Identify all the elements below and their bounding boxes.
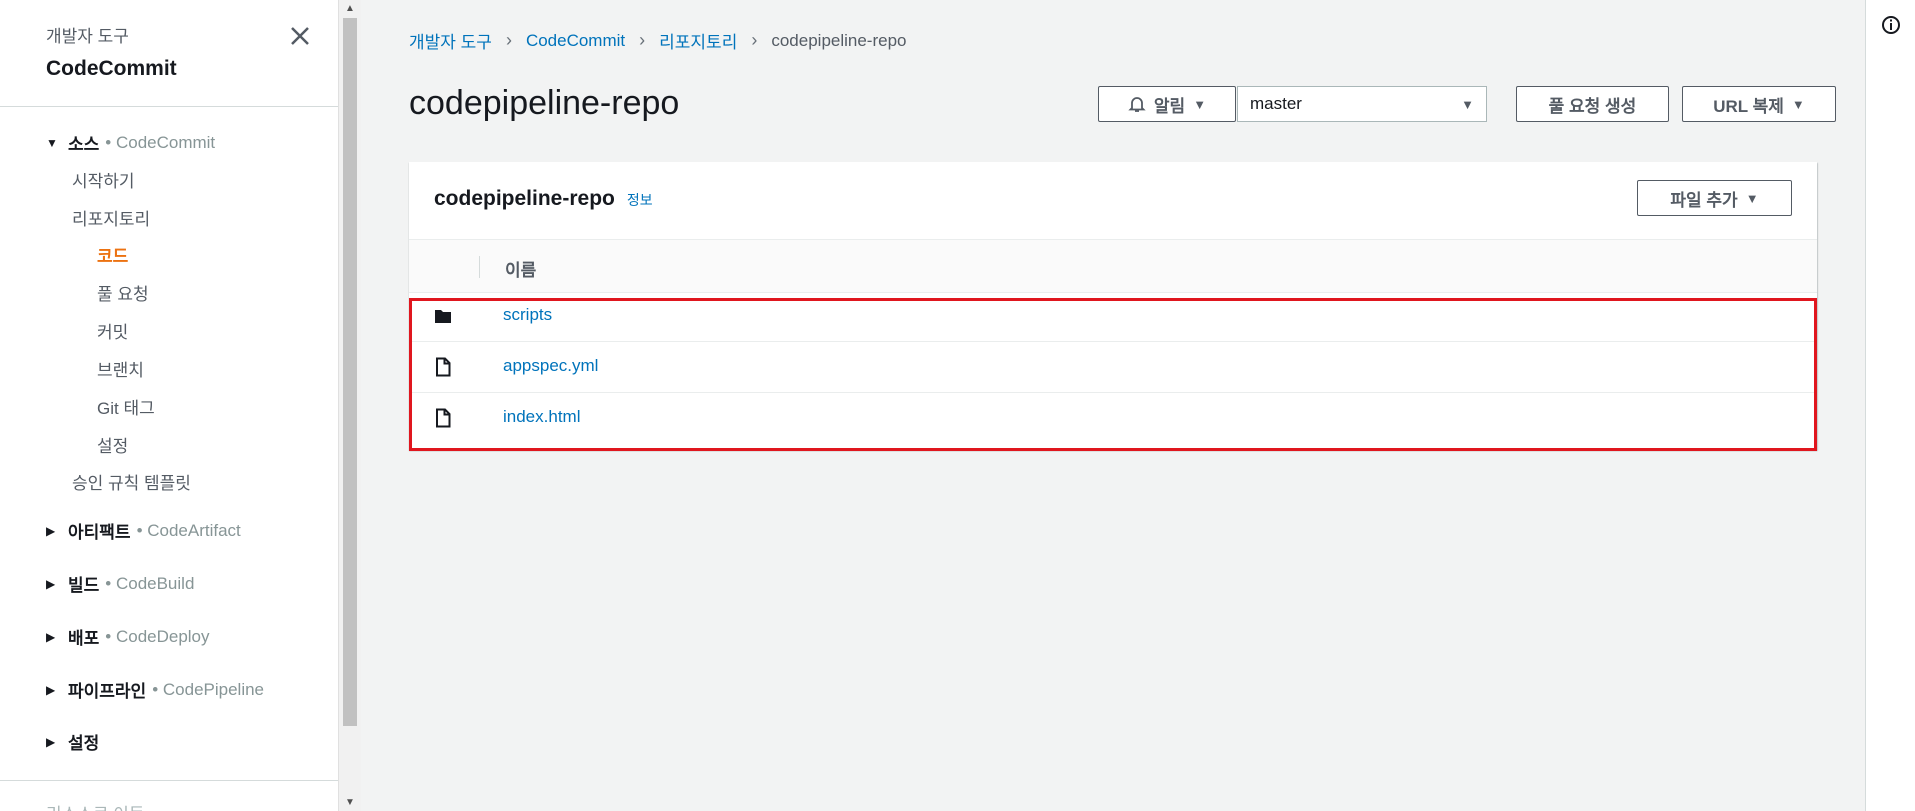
create-pull-request-button[interactable]: 풀 요청 생성 xyxy=(1516,86,1669,122)
sidebar-item-getting-started[interactable]: 시작하기 xyxy=(72,167,135,192)
caret-down-icon: ▼ xyxy=(1745,190,1759,206)
bell-icon xyxy=(1128,97,1146,112)
sidebar-divider xyxy=(0,780,338,781)
scroll-up-icon[interactable]: ▲ xyxy=(345,3,355,14)
scroll-thumb[interactable] xyxy=(343,18,357,726)
panel-header: codepipeline-repo 정보 xyxy=(434,187,653,211)
caret-right-icon: ▶ xyxy=(46,682,56,697)
folder-icon xyxy=(435,310,451,323)
section-label: 소스 xyxy=(68,135,100,154)
sidebar-subtitle[interactable]: 개발자 도구 xyxy=(46,22,177,47)
chevron-right-icon: › xyxy=(751,30,758,50)
sidebar-header: 개발자 도구 CodeCommit xyxy=(46,22,177,81)
file-link[interactable]: index.html xyxy=(503,407,580,427)
file-link[interactable]: scripts xyxy=(503,305,552,325)
sidebar: 개발자 도구 CodeCommit ▼ 소스 • CodeCommit 시작하기… xyxy=(0,0,339,811)
breadcrumb-repositories[interactable]: 리포지토리 xyxy=(659,28,737,53)
info-link[interactable]: 정보 xyxy=(627,190,653,210)
section-service: • CodeArtifact xyxy=(136,520,241,540)
repository-panel: codepipeline-repo 정보 파일 추가 ▼ 이름 scripts … xyxy=(409,162,1817,450)
section-service: • CodeCommit xyxy=(105,132,216,152)
create-pr-label: 풀 요청 생성 xyxy=(1548,96,1637,116)
right-rail xyxy=(1865,0,1915,811)
table-row[interactable]: scripts xyxy=(409,291,1817,342)
scroll-down-icon[interactable]: ▼ xyxy=(345,797,355,808)
file-list: scripts appspec.yml index.html xyxy=(409,291,1817,443)
sidebar-section-build[interactable]: ▶ 빌드 • CodeBuild xyxy=(46,571,194,596)
breadcrumb-codecommit[interactable]: CodeCommit xyxy=(526,31,625,51)
notify-button[interactable]: 알림 ▼ xyxy=(1098,86,1236,122)
file-icon xyxy=(436,357,451,377)
sidebar-title[interactable]: CodeCommit xyxy=(46,57,177,81)
sidebar-section-deploy[interactable]: ▶ 배포 • CodeDeploy xyxy=(46,624,210,649)
sidebar-item-pull-requests[interactable]: 풀 요청 xyxy=(97,280,149,305)
sidebar-item-repositories[interactable]: 리포지토리 xyxy=(72,205,150,230)
section-label: 설정 xyxy=(68,734,100,753)
chevron-right-icon: › xyxy=(639,30,646,50)
column-divider xyxy=(479,256,480,278)
sidebar-section-pipeline[interactable]: ▶ 파이프라인 • CodePipeline xyxy=(46,677,264,702)
sidebar-item-commits[interactable]: 커밋 xyxy=(97,318,128,343)
breadcrumb-current: codepipeline-repo xyxy=(771,30,907,50)
caret-down-icon: ▼ xyxy=(1193,96,1207,112)
sidebar-item-branches[interactable]: 브랜치 xyxy=(97,356,144,381)
sidebar-item-settings[interactable]: 설정 xyxy=(97,432,128,457)
chevron-right-icon: › xyxy=(505,30,512,50)
caret-down-icon: ▼ xyxy=(1791,96,1805,112)
caret-right-icon: ▶ xyxy=(46,523,56,538)
copy-url-button[interactable]: URL 복제 ▼ xyxy=(1682,86,1836,122)
file-link[interactable]: appspec.yml xyxy=(503,356,598,376)
branch-select[interactable]: master ▼ xyxy=(1237,86,1487,122)
sidebar-bottom-link[interactable]: 리소스로 이동 xyxy=(46,800,145,811)
sidebar-section-artifact[interactable]: ▶ 아티팩트 • CodeArtifact xyxy=(46,518,241,543)
table-row[interactable]: index.html xyxy=(409,393,1817,443)
section-service: • CodeDeploy xyxy=(105,626,210,646)
add-file-label: 파일 추가 xyxy=(1670,190,1738,210)
section-label: 빌드 xyxy=(68,576,100,595)
sidebar-item-approval-templates[interactable]: 승인 규칙 템플릿 xyxy=(72,469,191,494)
close-icon[interactable] xyxy=(286,22,314,50)
panel-title: codepipeline-repo xyxy=(434,187,615,210)
branch-value: master xyxy=(1250,94,1302,113)
caret-right-icon: ▶ xyxy=(46,629,56,644)
sidebar-section-source[interactable]: ▼ 소스 • CodeCommit xyxy=(46,130,215,155)
notify-label: 알림 xyxy=(1153,96,1186,116)
add-file-button[interactable]: 파일 추가 ▼ xyxy=(1637,180,1792,216)
section-label: 배포 xyxy=(68,629,100,648)
caret-right-icon: ▶ xyxy=(46,734,56,749)
section-service: • CodePipeline xyxy=(152,679,265,699)
caret-down-icon: ▼ xyxy=(1461,96,1474,112)
section-label: 파이프라인 xyxy=(68,682,147,701)
section-service: • CodeBuild xyxy=(105,573,195,593)
info-icon[interactable] xyxy=(1880,14,1902,36)
sidebar-item-code[interactable]: 코드 xyxy=(97,242,128,267)
section-label: 아티팩트 xyxy=(68,523,131,542)
table-row[interactable]: appspec.yml xyxy=(409,342,1817,393)
sidebar-divider xyxy=(0,106,338,107)
caret-right-icon: ▶ xyxy=(46,576,56,591)
copy-url-label: URL 복제 xyxy=(1713,96,1784,116)
caret-down-icon: ▼ xyxy=(46,135,58,150)
column-header-name[interactable]: 이름 xyxy=(505,256,536,281)
sidebar-item-git-tags[interactable]: Git 태그 xyxy=(97,394,155,419)
sidebar-section-settings[interactable]: ▶ 설정 xyxy=(46,729,99,754)
sidebar-scrollbar[interactable]: ▲ ▼ xyxy=(338,0,361,811)
file-icon xyxy=(436,408,451,428)
breadcrumb-dev-tools[interactable]: 개발자 도구 xyxy=(409,28,492,53)
breadcrumb: 개발자 도구 › CodeCommit › 리포지토리 › codepipeli… xyxy=(409,28,907,53)
page-title: codepipeline-repo xyxy=(409,84,680,122)
table-header: 이름 xyxy=(409,239,1817,293)
